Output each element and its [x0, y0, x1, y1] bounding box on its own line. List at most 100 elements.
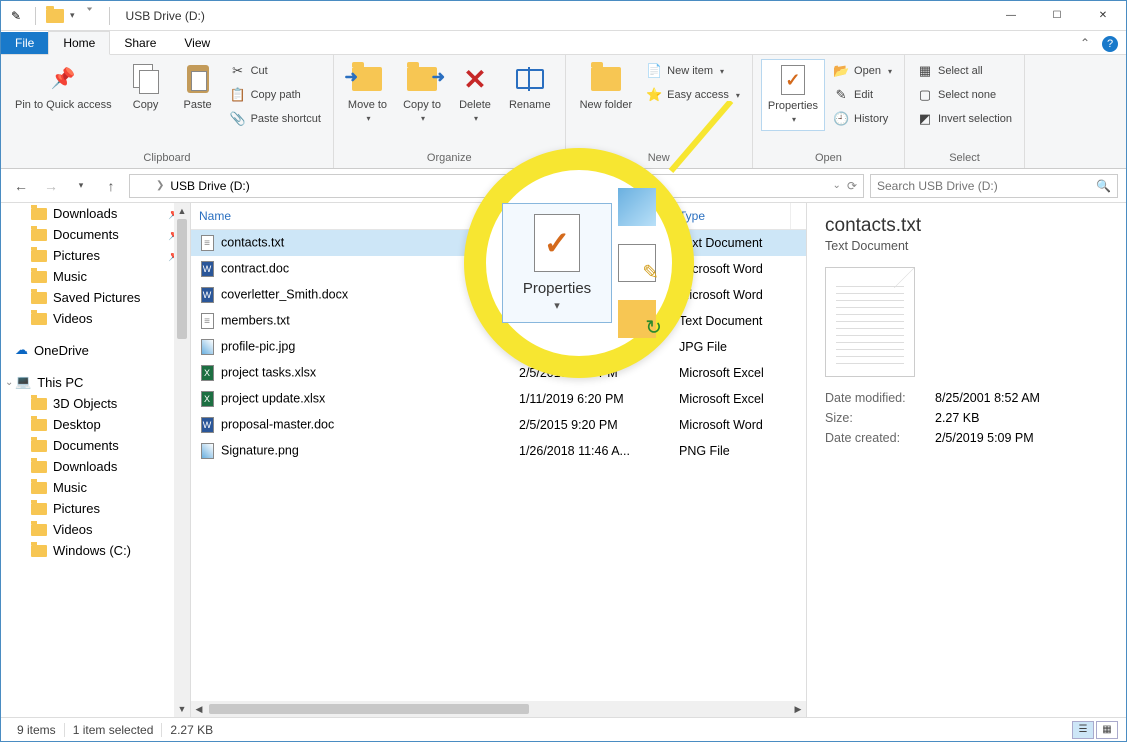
- folder-icon: [31, 419, 47, 431]
- tree-onedrive[interactable]: ☁OneDrive: [1, 339, 190, 361]
- refresh-icon[interactable]: ⟳: [847, 179, 857, 193]
- ribbon-tabs: File Home Share View ⌃ ?: [1, 31, 1126, 55]
- file-row[interactable]: proposal-master.doc 2/5/2015 9:20 PM Mic…: [191, 412, 806, 438]
- search-icon: 🔍: [1096, 179, 1111, 193]
- new-folder-button[interactable]: New folder: [574, 59, 639, 116]
- title-bar: ✎ ▾ 🢓 USB Drive (D:) — ☐ ✕: [1, 1, 1126, 31]
- file-icon: [199, 261, 215, 277]
- file-icon: [199, 313, 215, 329]
- file-row[interactable]: project tasks.xlsx 2/5/2019 5:13 PM Micr…: [191, 360, 806, 386]
- tree-item-music[interactable]: Music: [1, 266, 190, 287]
- tree-item-documents[interactable]: Documents📌: [1, 224, 190, 245]
- scroll-right-icon[interactable]: ▶: [790, 701, 806, 717]
- folder-icon: [31, 398, 47, 410]
- tab-home[interactable]: Home: [48, 31, 110, 55]
- tab-file[interactable]: File: [1, 32, 48, 54]
- qat-dropdown-icon[interactable]: ▾: [70, 10, 75, 21]
- column-name[interactable]: Name: [191, 203, 511, 229]
- details-view-button[interactable]: ☰: [1072, 721, 1094, 739]
- equals-icon: 🢓: [81, 7, 99, 25]
- onedrive-icon: ☁: [15, 342, 28, 358]
- select-none-button[interactable]: ▢Select none: [913, 85, 1016, 105]
- tree-item-windows-c-[interactable]: Windows (C:): [1, 540, 190, 561]
- minimize-button[interactable]: —: [988, 1, 1034, 31]
- copy-to-icon: ➜: [407, 67, 437, 91]
- tab-view[interactable]: View: [170, 32, 224, 54]
- chevron-down-icon[interactable]: ⌄: [5, 377, 13, 388]
- pin-to-quick-access-button[interactable]: 📌 Pin to Quick access: [9, 59, 118, 116]
- close-button[interactable]: ✕: [1080, 1, 1126, 31]
- paste-button[interactable]: Paste: [174, 59, 222, 116]
- details-filename: contacts.txt: [825, 215, 1108, 237]
- folder-icon: [31, 482, 47, 494]
- select-all-button[interactable]: ▦Select all: [913, 61, 1016, 81]
- invert-selection-button[interactable]: ◩Invert selection: [913, 109, 1016, 129]
- folder-icon: [31, 292, 47, 304]
- copy-path-button[interactable]: 📋Copy path: [226, 85, 325, 105]
- tree-item-downloads[interactable]: Downloads📌: [1, 203, 190, 224]
- paste-shortcut-button[interactable]: 📎Paste shortcut: [226, 109, 325, 129]
- tree-this-pc[interactable]: ⌄💻This PC: [1, 371, 190, 393]
- tree-item-3d-objects[interactable]: 3D Objects: [1, 393, 190, 414]
- copy-button[interactable]: Copy: [122, 59, 170, 116]
- tree-item-desktop[interactable]: Desktop: [1, 414, 190, 435]
- back-button[interactable]: ←: [9, 174, 33, 198]
- tab-share[interactable]: Share: [110, 32, 170, 54]
- scroll-down-icon[interactable]: ▼: [174, 701, 190, 717]
- new-item-button[interactable]: 📄New item▾: [642, 61, 744, 81]
- file-row[interactable]: project update.xlsx 1/11/2019 6:20 PM Mi…: [191, 386, 806, 412]
- up-button[interactable]: ↑: [99, 174, 123, 198]
- this-pc-icon: 💻: [15, 374, 31, 390]
- breadcrumb[interactable]: USB Drive (D:): [170, 179, 249, 193]
- edit-button[interactable]: ✎Edit: [829, 85, 896, 105]
- tree-item-documents[interactable]: Documents: [1, 435, 190, 456]
- delete-button[interactable]: ✕ Delete▾: [451, 59, 499, 129]
- thumbnails-view-button[interactable]: ▦: [1096, 721, 1118, 739]
- folder-icon[interactable]: [46, 7, 64, 25]
- open-button[interactable]: 📂Open▾: [829, 61, 896, 81]
- window-title: USB Drive (D:): [120, 9, 988, 23]
- horizontal-scrollbar[interactable]: ◀ ▶: [191, 701, 806, 717]
- tree-item-downloads[interactable]: Downloads: [1, 456, 190, 477]
- details-created-label: Date created:: [825, 431, 935, 445]
- folder-icon: [31, 271, 47, 283]
- details-thumbnail: [825, 267, 915, 377]
- tree-item-videos[interactable]: Videos: [1, 308, 190, 329]
- collapse-ribbon-icon[interactable]: ⌃: [1072, 32, 1098, 54]
- copy-to-button[interactable]: ➜ Copy to▾: [397, 59, 447, 129]
- rename-button[interactable]: Rename: [503, 59, 557, 116]
- file-icon: [199, 339, 215, 355]
- scroll-left-icon[interactable]: ◀: [191, 701, 207, 717]
- group-label-select: Select: [913, 150, 1016, 168]
- history-button[interactable]: 🕘History: [829, 109, 896, 129]
- callout-properties-button[interactable]: Properties ▾: [502, 203, 612, 323]
- group-label-open: Open: [761, 150, 896, 168]
- hscroll-thumb[interactable]: [209, 704, 529, 714]
- properties-button[interactable]: Properties▾: [761, 59, 825, 131]
- scroll-thumb[interactable]: [177, 219, 187, 339]
- tree-item-music[interactable]: Music: [1, 477, 190, 498]
- callout-connector: [661, 101, 741, 181]
- status-item-count: 9 items: [9, 723, 65, 737]
- search-box[interactable]: 🔍: [870, 174, 1118, 198]
- paste-label: Paste: [184, 99, 212, 112]
- tree-item-pictures[interactable]: Pictures: [1, 498, 190, 519]
- pen-icon: ✎: [7, 7, 25, 25]
- navigation-pane[interactable]: Downloads📌Documents📌Pictures📌MusicSaved …: [1, 203, 191, 717]
- tree-item-pictures[interactable]: Pictures📌: [1, 245, 190, 266]
- address-dropdown-icon[interactable]: ⌄: [833, 180, 841, 191]
- scroll-up-icon[interactable]: ▲: [174, 203, 190, 219]
- maximize-button[interactable]: ☐: [1034, 1, 1080, 31]
- callout-folder-icon: ↻: [618, 300, 656, 338]
- help-icon[interactable]: ?: [1102, 36, 1118, 52]
- search-input[interactable]: [877, 179, 1096, 193]
- cut-button[interactable]: ✂Cut: [226, 61, 325, 81]
- file-row[interactable]: Signature.png 1/26/2018 11:46 A... PNG F…: [191, 438, 806, 464]
- move-to-button[interactable]: ➜ Move to▾: [342, 59, 393, 129]
- nav-scrollbar[interactable]: ▲ ▼: [174, 203, 190, 717]
- tree-item-videos[interactable]: Videos: [1, 519, 190, 540]
- recent-locations-button[interactable]: ▾: [69, 174, 93, 198]
- tree-item-saved-pictures[interactable]: Saved Pictures: [1, 287, 190, 308]
- forward-button[interactable]: →: [39, 174, 63, 198]
- column-type[interactable]: Type: [671, 203, 791, 229]
